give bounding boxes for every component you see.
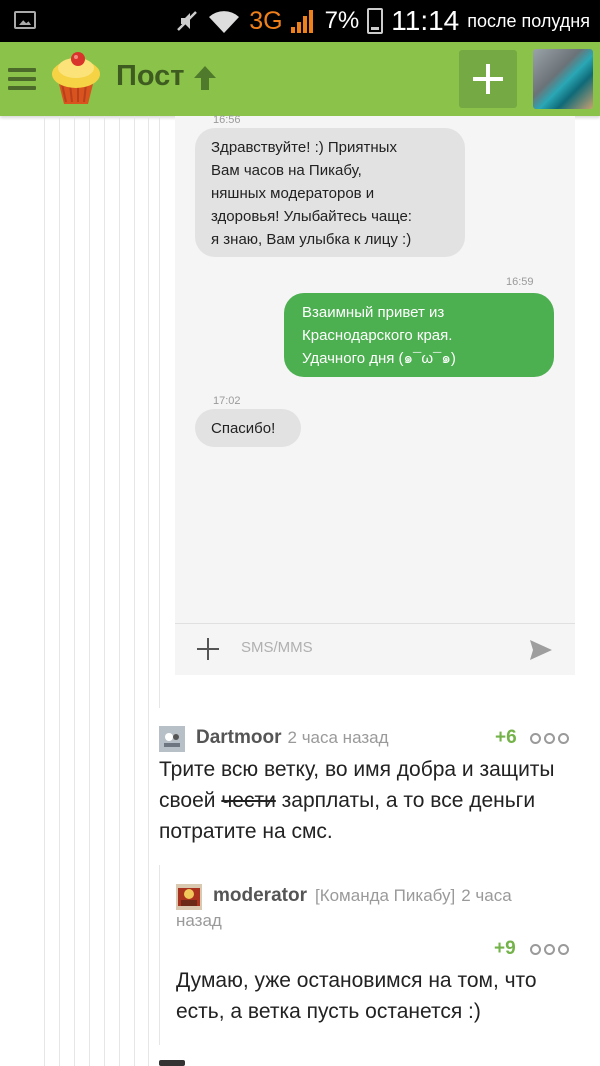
avatar-image: [159, 726, 185, 752]
thread-line: [119, 116, 120, 1066]
comment-rating[interactable]: +9: [494, 938, 516, 960]
thread-line: [104, 116, 105, 1066]
comment-time-continued: назад: [176, 911, 222, 930]
comment-username[interactable]: Dartmoor: [196, 727, 282, 749]
message-time: 17:02: [213, 395, 241, 407]
thread-line: [134, 116, 135, 1066]
comment-time: 2 часа назад: [287, 728, 389, 747]
mute-icon: [177, 11, 198, 31]
add-post-button[interactable]: [459, 50, 517, 108]
comment-avatar[interactable]: [159, 1060, 185, 1066]
avatar-image: [176, 884, 202, 910]
thread-line: [159, 116, 160, 708]
plus-icon: [197, 638, 219, 660]
avatar[interactable]: [533, 49, 593, 109]
menu-icon[interactable]: [8, 68, 36, 90]
comment-header: Dartmoor 2 часа назад: [196, 727, 389, 749]
comment-time: 2 часа: [461, 886, 512, 905]
thread-line: [89, 116, 90, 1066]
comment-text: Трите всю ветку, во имя добра и защиты с…: [159, 754, 579, 847]
battery-icon: [367, 8, 384, 34]
message-time: 16:59: [506, 276, 534, 288]
more-options-icon[interactable]: [530, 733, 569, 744]
struck-text: чести: [221, 789, 276, 812]
thread-line: [59, 116, 60, 1066]
sms-input-placeholder: SMS/MMS: [241, 639, 313, 656]
message-time: 16:56: [213, 114, 241, 126]
clock-period: после полудня: [467, 10, 590, 31]
incoming-message: Здравствуйте! :) Приятных Вам часов на П…: [195, 128, 465, 257]
team-badge: [Команда Пикабу]: [314, 886, 456, 905]
thread-line: [44, 116, 45, 1066]
network-type: 3G: [249, 6, 283, 35]
thread-line: [159, 865, 160, 1045]
comment-rating[interactable]: +6: [495, 727, 517, 749]
comment-header: moderator [Команда Пикабу] 2 часа: [213, 885, 512, 907]
clock: 11:14: [391, 5, 460, 36]
thread-line: [148, 116, 149, 1066]
outgoing-message: Взаимный привет из Краснодарского края. …: [284, 293, 554, 377]
comment-avatar[interactable]: [159, 726, 185, 752]
up-arrow-icon[interactable]: [192, 64, 218, 92]
battery-percent: 7%: [324, 7, 360, 34]
incoming-message: Спасибо!: [195, 409, 301, 447]
status-indicators: 3G 7% 11:14 после полудня: [175, 0, 590, 42]
signal-icon: [290, 9, 317, 33]
thread-line: [74, 116, 75, 1066]
cupcake-logo-icon[interactable]: [48, 50, 104, 108]
wifi-icon: [209, 11, 240, 33]
gallery-notification-icon: [14, 11, 36, 29]
comment-username[interactable]: moderator: [213, 885, 307, 907]
status-bar: 3G 7% 11:14 после полудня: [0, 0, 600, 42]
comment-text: Думаю, уже остановимся на том, что есть,…: [176, 969, 537, 1023]
compose-bar: SMS/MMS: [175, 623, 575, 675]
more-options-icon[interactable]: [530, 944, 569, 955]
send-icon: [530, 640, 552, 660]
chat-screenshot-image: 16:56 Здравствуйте! :) Приятных Вам часо…: [175, 114, 575, 675]
app-bar: Пост: [0, 42, 600, 116]
comment-avatar[interactable]: [176, 884, 202, 910]
page-title: Пост: [116, 60, 185, 92]
